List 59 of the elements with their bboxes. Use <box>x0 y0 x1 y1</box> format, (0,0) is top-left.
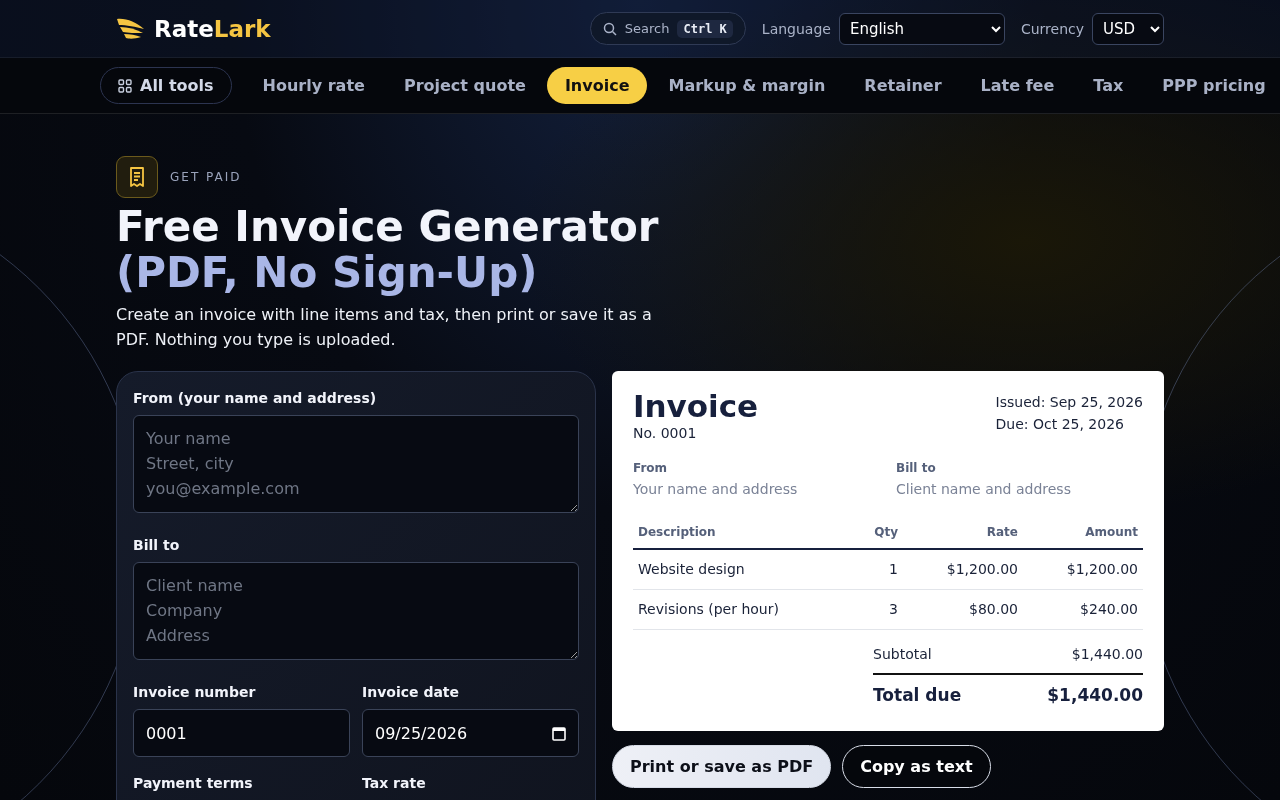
invoice-number: No. 0001 <box>633 425 698 441</box>
table-cell: $1,200.00 <box>1023 549 1143 590</box>
language-label: Language <box>761 20 831 37</box>
field-label: From (your name and address) <box>133 390 378 406</box>
total-label: Total due <box>873 685 962 705</box>
table-cell: 3 <box>843 589 903 630</box>
field-label: Tax rate <box>362 775 427 791</box>
party-value: Client name and address <box>896 481 1072 497</box>
nav-tab[interactable]: Hourly rate <box>244 67 383 104</box>
party-label: From <box>633 461 669 475</box>
grid-icon <box>118 78 132 93</box>
search-button[interactable]: Search Ctrl K <box>589 12 746 45</box>
total-value: $1,440.00 <box>1047 685 1143 705</box>
table-cell: 1 <box>843 549 903 590</box>
nav-tab[interactable]: PPP pricing <box>1144 67 1280 104</box>
field-label: Bill to <box>133 537 181 553</box>
invoice-date-field[interactable]: 09/25/2026 <box>362 709 579 757</box>
nav-tab[interactable]: Markup & margin <box>650 67 844 104</box>
nav-tab[interactable]: Invoice <box>546 67 648 104</box>
logo-text[interactable]: RateLark <box>154 15 271 42</box>
nav-tab[interactable]: Late fee <box>962 67 1073 104</box>
nav-tab[interactable]: Project quote <box>385 67 544 104</box>
field-label: Invoice date <box>362 684 461 700</box>
column-header: Qty <box>843 519 903 549</box>
field-label: Payment terms <box>133 775 254 791</box>
description-text: Create an invoice with line items and tax, then print or save it as a PDF. Nothing you type is uploaded. <box>116 304 653 351</box>
table-cell: Website design <box>633 549 843 590</box>
copy-button[interactable]: Copy as text <box>842 745 991 788</box>
keyboard-shortcut: Ctrl K <box>677 19 733 38</box>
page-title: Free Invoice Generator <box>116 204 660 250</box>
invoice-number-field[interactable]: 0001 <box>133 709 350 757</box>
table-cell: $1,200.00 <box>903 549 1023 590</box>
language-select[interactable]: English <box>838 12 1005 45</box>
party-label: Bill to <box>896 461 937 475</box>
subtotal-value: $1,440.00 <box>1071 646 1143 662</box>
field-label: Invoice number <box>133 684 257 700</box>
table-cell: $80.00 <box>903 589 1023 630</box>
column-header: Amount <box>1023 519 1143 549</box>
receipt-icon <box>116 156 158 198</box>
column-header: Description <box>633 519 843 549</box>
nav-tab[interactable]: Tax <box>1075 67 1142 104</box>
table-cell: $240.00 <box>1023 589 1143 630</box>
currency-label: Currency <box>1020 20 1084 37</box>
issued-date: Issued: Sep 25, 2026 <box>995 393 1143 412</box>
print-button[interactable]: Print or save as PDF <box>612 745 832 788</box>
nav-tab[interactable]: Retainer <box>846 67 960 104</box>
due-date: Due: Oct 25, 2026 <box>995 415 1125 434</box>
page-subtitle: (PDF, No Sign-Up) <box>116 250 539 296</box>
eyebrow-text: GET PAID <box>170 170 242 184</box>
currency-select[interactable]: USD <box>1092 12 1164 45</box>
from-textarea[interactable]: Your name Street, city you@example.com <box>133 415 579 513</box>
subtotal-label: Subtotal <box>873 646 932 662</box>
calendar-icon <box>552 725 566 741</box>
table-cell: Revisions (per hour) <box>633 589 843 630</box>
bill-to-textarea[interactable]: Client name Company Address <box>133 562 579 660</box>
search-icon <box>602 21 617 36</box>
invoice-title: Invoice <box>633 389 759 423</box>
party-value: Your name and address <box>633 481 799 497</box>
column-header: Rate <box>903 519 1023 549</box>
